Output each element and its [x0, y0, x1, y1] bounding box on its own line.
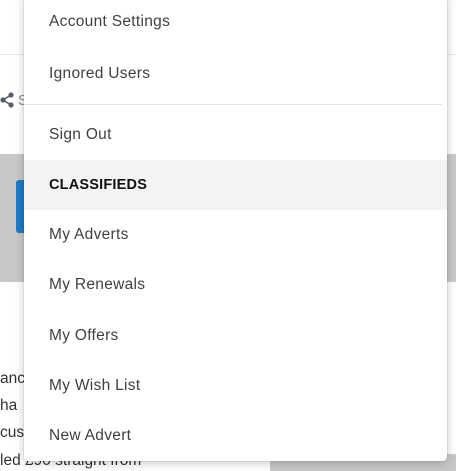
menu-item-new-advert[interactable]: New Advert [24, 411, 447, 461]
classifieds-section-header: CLASSIFIEDS [24, 160, 447, 210]
menu-item-ignored-users[interactable]: Ignored Users [24, 49, 447, 99]
menu-item-sign-out[interactable]: Sign Out [24, 110, 447, 160]
menu-item-account-settings[interactable]: Account Settings [24, 0, 447, 47]
menu-item-my-offers[interactable]: My Offers [24, 311, 447, 361]
share-icon[interactable] [0, 92, 14, 108]
menu-item-my-adverts[interactable]: My Adverts [24, 210, 447, 260]
menu-item-my-renewals[interactable]: My Renewals [24, 260, 447, 310]
page: S anc ha cust led £90 straight from Acco… [0, 0, 456, 471]
user-dropdown-menu: Account Settings Ignored Users Sign Out … [24, 0, 447, 461]
menu-divider [24, 104, 442, 105]
post-text-line: ha [0, 397, 18, 414]
post-text-line: anc [0, 370, 25, 387]
menu-item-my-wish-list[interactable]: My Wish List [24, 361, 447, 411]
